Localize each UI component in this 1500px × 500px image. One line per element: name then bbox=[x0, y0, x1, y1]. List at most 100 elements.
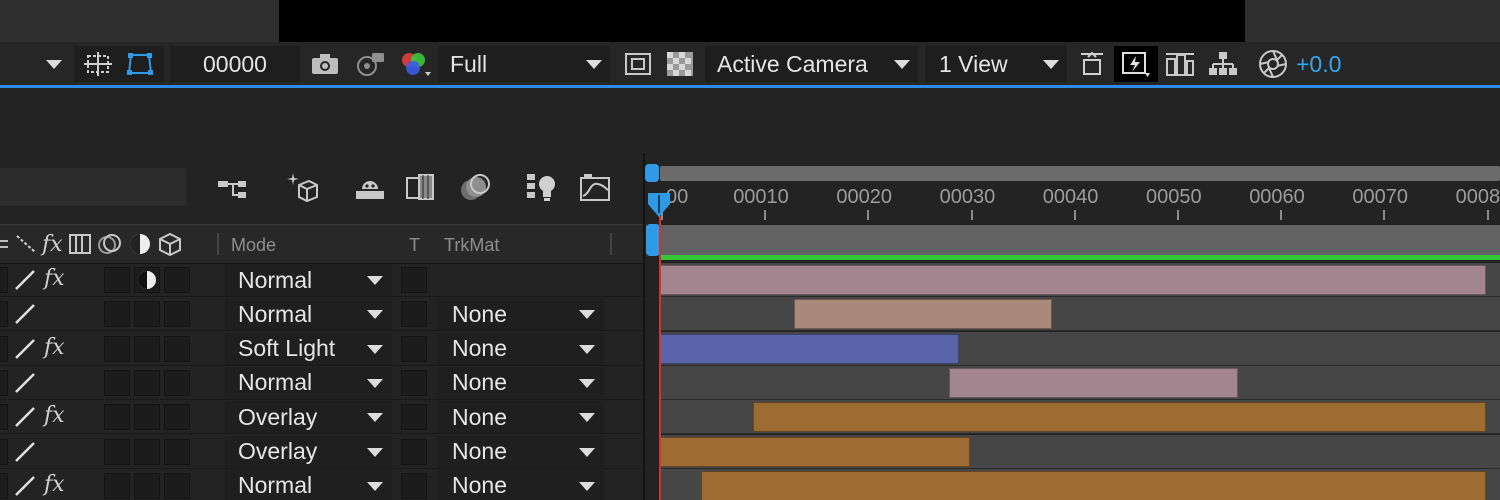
layer-row[interactable]: Normal None bbox=[0, 366, 643, 400]
effects-switch-icon[interactable]: fx bbox=[44, 472, 65, 497]
quality-slash-icon[interactable] bbox=[12, 336, 38, 362]
blend-mode-dropdown[interactable]: Normal bbox=[225, 469, 392, 500]
graph-editor-button[interactable] bbox=[575, 168, 615, 206]
fast-previews-button[interactable] bbox=[1114, 46, 1158, 82]
layer-row[interactable]: Overlay None bbox=[0, 435, 643, 469]
playhead-line[interactable] bbox=[659, 216, 661, 500]
work-area-start-handle[interactable] bbox=[646, 224, 660, 256]
preserve-transparency-switch[interactable] bbox=[401, 404, 427, 431]
preserve-transparency-switch[interactable] bbox=[401, 335, 427, 362]
time-navigator-range[interactable] bbox=[660, 166, 1500, 181]
show-snapshot-button[interactable] bbox=[350, 46, 390, 82]
mask-path-visibility-icon[interactable] bbox=[125, 51, 155, 77]
track-matte-dropdown[interactable]: None bbox=[437, 332, 604, 365]
motion-blur-switch[interactable] bbox=[134, 404, 160, 431]
frame-blend-switch[interactable] bbox=[104, 267, 130, 293]
track-matte-dropdown[interactable]: None bbox=[437, 469, 604, 500]
time-navigator-start-handle[interactable] bbox=[645, 164, 659, 182]
layer-row[interactable]: fx Overlay None bbox=[0, 400, 643, 435]
3d-view-dropdown[interactable]: Active Camera bbox=[705, 46, 918, 82]
preserve-transparency-switch[interactable] bbox=[401, 472, 427, 499]
track-matte-dropdown[interactable]: None bbox=[437, 401, 604, 434]
layer-duration-bar[interactable] bbox=[660, 265, 1486, 295]
show-channel-button[interactable] bbox=[395, 46, 435, 82]
blend-mode-dropdown[interactable]: Normal bbox=[225, 264, 392, 296]
3d-layer-switch[interactable] bbox=[164, 404, 190, 431]
motion-blur-switch[interactable] bbox=[134, 335, 160, 362]
reset-exposure-button[interactable] bbox=[1255, 46, 1291, 82]
exposure-value-field[interactable]: +0.0 bbox=[1296, 46, 1356, 82]
quality-slash-icon[interactable] bbox=[12, 370, 38, 396]
column-separator[interactable] bbox=[610, 233, 612, 255]
layer-duration-bar[interactable] bbox=[948, 367, 1238, 398]
3d-layer-switch[interactable] bbox=[164, 472, 190, 499]
shy-switch[interactable] bbox=[0, 472, 8, 499]
motion-blur-column-icon[interactable] bbox=[97, 232, 123, 256]
layer-duration-bar[interactable] bbox=[660, 333, 960, 364]
frame-blending-button[interactable] bbox=[402, 168, 442, 206]
3d-layer-switch[interactable] bbox=[164, 369, 190, 396]
region-of-interest-button[interactable] bbox=[620, 46, 656, 82]
3d-layer-switch[interactable] bbox=[164, 301, 190, 328]
3d-layer-switch[interactable] bbox=[164, 335, 190, 362]
frame-blend-column-icon[interactable] bbox=[68, 232, 92, 256]
blend-mode-dropdown[interactable]: Soft Light bbox=[225, 332, 392, 365]
title-safe-grid-icon[interactable] bbox=[83, 51, 113, 77]
motion-blur-switch[interactable] bbox=[134, 438, 160, 465]
layer-duration-bar[interactable] bbox=[701, 470, 1486, 500]
shy-switch[interactable] bbox=[0, 369, 8, 396]
draft-3d-button[interactable] bbox=[280, 168, 322, 206]
composition-viewer[interactable] bbox=[279, 0, 1245, 42]
motion-blur-switch[interactable] bbox=[134, 472, 160, 499]
motion-blur-switch[interactable] bbox=[134, 369, 160, 396]
resolution-dropdown[interactable]: Full bbox=[438, 46, 610, 82]
layer-row[interactable]: fx Normal None bbox=[0, 469, 643, 500]
flowchart-button[interactable] bbox=[1205, 46, 1241, 82]
timeline-button[interactable] bbox=[1162, 46, 1198, 82]
transparency-grid-button[interactable] bbox=[662, 46, 698, 82]
track-matte-dropdown[interactable]: None bbox=[437, 366, 604, 399]
blend-mode-dropdown[interactable]: Overlay bbox=[225, 401, 392, 434]
layer-row[interactable]: fx Soft Light None bbox=[0, 332, 643, 366]
quality-slash-icon[interactable] bbox=[12, 267, 38, 293]
brainstorm-button[interactable] bbox=[522, 168, 562, 206]
snapshot-button[interactable] bbox=[305, 46, 345, 82]
current-time-display[interactable]: 00000 bbox=[170, 46, 300, 82]
preserve-transparency-switch[interactable] bbox=[401, 369, 427, 396]
shy-switch[interactable] bbox=[0, 301, 8, 328]
layer-search-input[interactable] bbox=[0, 168, 186, 206]
3d-layer-column-icon[interactable] bbox=[157, 231, 183, 257]
layer-duration-bar[interactable] bbox=[660, 436, 970, 467]
composition-mini-flowchart-button[interactable] bbox=[213, 168, 253, 206]
track-matte-dropdown[interactable]: None bbox=[437, 435, 604, 468]
quality-column-icon[interactable] bbox=[15, 232, 37, 256]
quality-slash-icon[interactable] bbox=[12, 473, 38, 499]
column-separator[interactable] bbox=[217, 233, 219, 255]
frame-blend-switch[interactable] bbox=[104, 438, 130, 465]
shy-switch[interactable] bbox=[0, 267, 8, 293]
quality-slash-icon[interactable] bbox=[12, 439, 38, 465]
toggle-pixel-aspect-button[interactable] bbox=[1074, 46, 1110, 82]
shy-switch[interactable] bbox=[0, 404, 8, 431]
frame-blend-switch[interactable] bbox=[104, 369, 130, 396]
blend-mode-dropdown[interactable]: Normal bbox=[225, 366, 392, 399]
hide-shy-layers-button[interactable] bbox=[350, 168, 390, 206]
quality-slash-icon[interactable] bbox=[12, 404, 38, 430]
preserve-transparency-switch[interactable] bbox=[401, 301, 427, 328]
blend-mode-dropdown[interactable]: Overlay bbox=[225, 435, 392, 468]
preserve-transparency-switch[interactable] bbox=[401, 267, 427, 293]
frame-blend-switch[interactable] bbox=[104, 301, 130, 328]
frame-blend-switch[interactable] bbox=[104, 335, 130, 362]
adjustment-layer-column-icon[interactable] bbox=[128, 232, 152, 256]
preserve-transparency-switch[interactable] bbox=[401, 438, 427, 465]
motion-blur-switch[interactable] bbox=[134, 267, 160, 293]
effects-switch-icon[interactable]: fx bbox=[44, 403, 65, 428]
shy-column-icon[interactable] bbox=[0, 232, 10, 256]
shy-switch[interactable] bbox=[0, 438, 8, 465]
effects-switch-icon[interactable]: fx bbox=[44, 335, 65, 360]
layer-row[interactable]: fx Normal bbox=[0, 263, 643, 297]
3d-layer-switch[interactable] bbox=[164, 438, 190, 465]
motion-blur-switch[interactable] bbox=[134, 301, 160, 328]
motion-blur-button[interactable] bbox=[455, 168, 495, 206]
quality-slash-icon[interactable] bbox=[12, 301, 38, 327]
